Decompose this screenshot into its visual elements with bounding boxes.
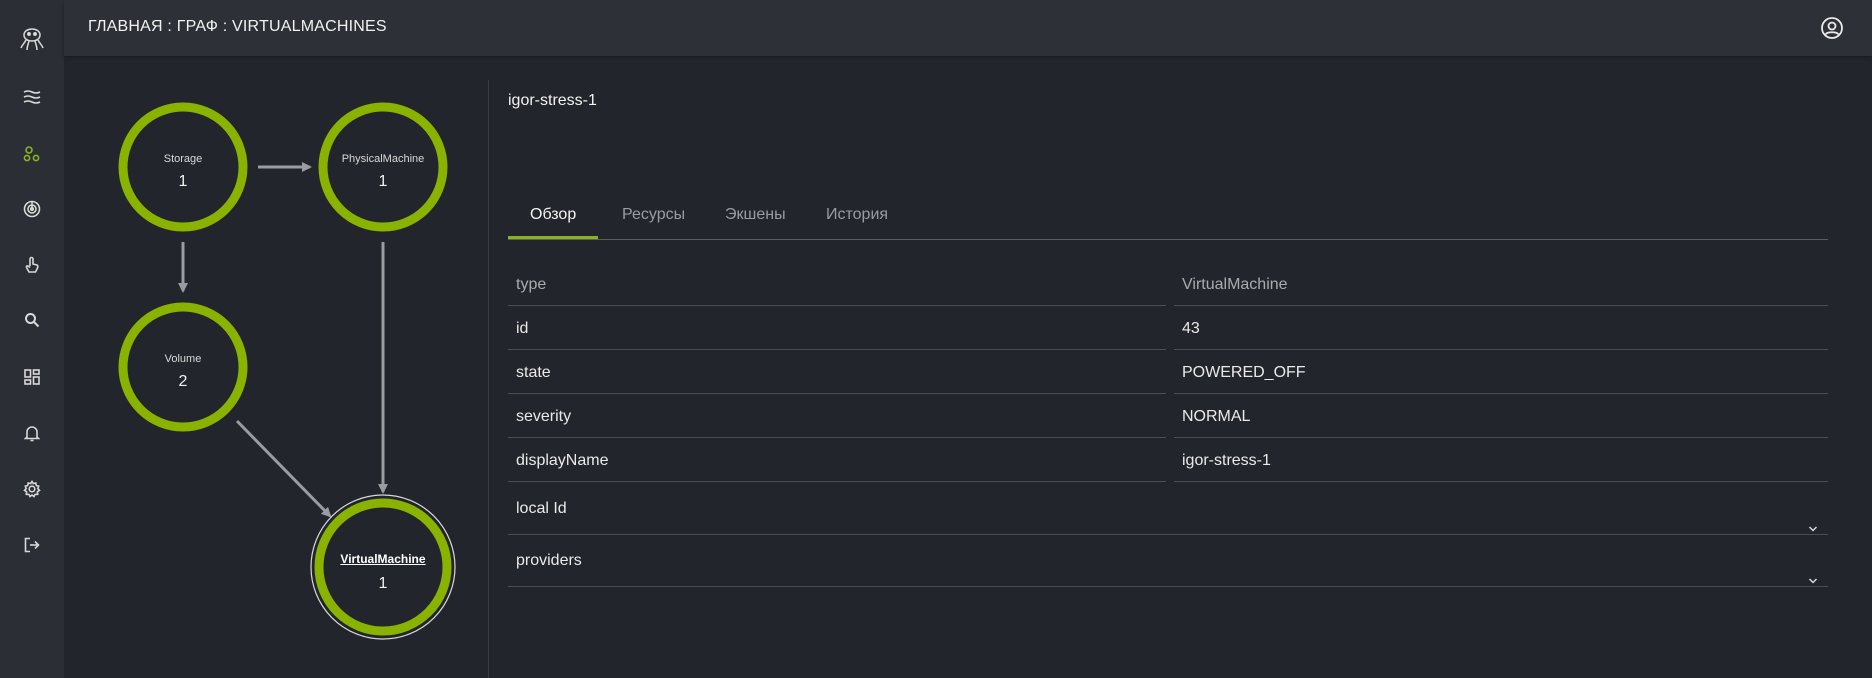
graph-node-physicalmachine[interactable]: PhysicalMachine 1 xyxy=(323,107,443,227)
node-type-label: VirtualMachine xyxy=(340,552,426,566)
table-row: type VirtualMachine xyxy=(508,263,1828,307)
table-row: displayName igor-stress-1 xyxy=(508,439,1828,483)
expandable-local-id[interactable]: local Id xyxy=(508,483,1828,535)
graph-node-volume[interactable]: Volume 2 xyxy=(123,307,243,427)
top-bar: ГЛАВНАЯ : ГРАФ : VIRTUALMACHINES xyxy=(64,0,1872,56)
touch-icon[interactable] xyxy=(17,250,47,280)
node-type-label: Volume xyxy=(164,353,202,365)
expandable-label: providers xyxy=(516,552,582,569)
node-type-label: Storage xyxy=(163,153,203,165)
dashboard-icon[interactable] xyxy=(17,362,47,392)
entity-title: igor-stress-1 xyxy=(508,92,597,109)
account-icon[interactable] xyxy=(1820,16,1844,40)
layers-icon[interactable] xyxy=(17,82,47,112)
tab-overview[interactable]: Обзор xyxy=(530,206,576,224)
property-value: NORMAL xyxy=(1174,395,1828,438)
bell-icon[interactable] xyxy=(17,418,47,448)
graph-panel: Storage 1 PhysicalMachine 1 Volume 2 Vir… xyxy=(64,56,489,678)
property-value: VirtualMachine xyxy=(1174,263,1828,306)
breadcrumb: ГЛАВНАЯ : ГРАФ : VIRTUALMACHINES xyxy=(88,18,387,35)
chevron-down-icon[interactable] xyxy=(1808,555,1818,607)
tab-history[interactable]: История xyxy=(826,206,888,224)
graph-icon[interactable] xyxy=(17,139,47,169)
tab-bar: Обзор Ресурсы Экшены История xyxy=(508,184,1828,240)
property-value: igor-stress-1 xyxy=(1174,439,1828,482)
property-key: displayName xyxy=(508,439,1166,482)
property-key: severity xyxy=(508,395,1166,438)
node-count: 1 xyxy=(378,173,388,190)
tab-actions[interactable]: Экшены xyxy=(725,206,786,224)
expandable-label: local Id xyxy=(516,500,567,517)
property-key: id xyxy=(508,307,1166,350)
logout-icon[interactable] xyxy=(17,530,47,560)
graph-node-virtualmachine[interactable]: VirtualMachine 1 xyxy=(313,497,453,637)
panel-divider xyxy=(488,80,489,678)
properties-table: type VirtualMachine id 43 state POWERED_… xyxy=(508,263,1828,587)
tab-resources[interactable]: Ресурсы xyxy=(622,206,685,224)
radar-icon[interactable] xyxy=(17,194,47,224)
sidebar xyxy=(0,0,64,678)
property-key: type xyxy=(508,263,1166,306)
tab-active-indicator xyxy=(508,236,598,239)
node-count: 1 xyxy=(378,575,388,592)
gear-icon[interactable] xyxy=(17,474,47,504)
table-row: severity NORMAL xyxy=(508,395,1828,439)
expandable-providers[interactable]: providers xyxy=(508,535,1828,587)
table-row: id 43 xyxy=(508,307,1828,351)
node-count: 2 xyxy=(178,373,188,390)
property-key: state xyxy=(508,351,1166,394)
table-row: state POWERED_OFF xyxy=(508,351,1828,395)
property-value: POWERED_OFF xyxy=(1174,351,1828,394)
octopus-logo-icon[interactable] xyxy=(17,22,47,52)
graph-node-storage[interactable]: Storage 1 xyxy=(123,107,243,227)
node-type-label: PhysicalMachine xyxy=(341,153,425,165)
search-icon[interactable] xyxy=(17,305,47,335)
node-count: 1 xyxy=(178,173,188,190)
property-value: 43 xyxy=(1174,307,1828,350)
